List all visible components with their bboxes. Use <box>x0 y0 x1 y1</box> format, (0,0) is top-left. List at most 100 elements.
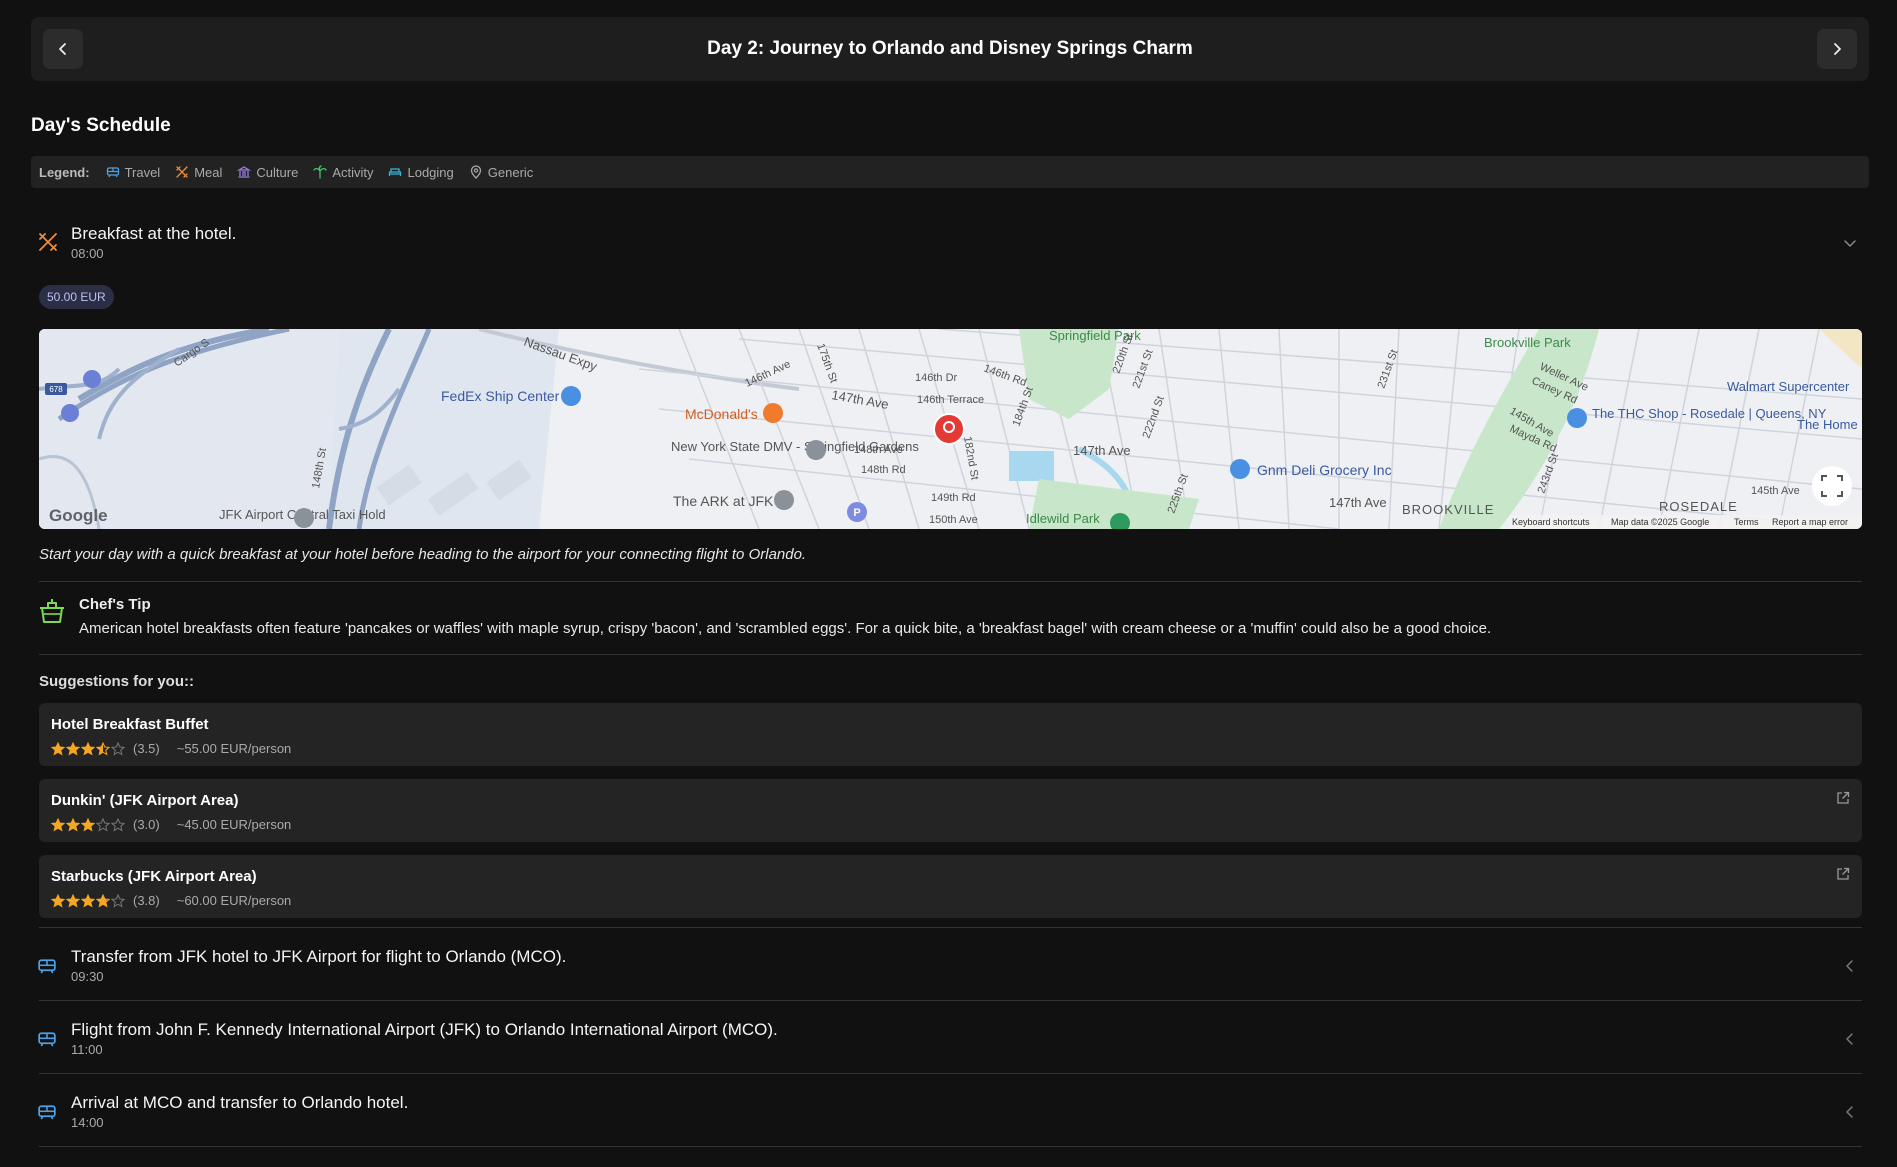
divider <box>39 1073 1862 1074</box>
chevron-down-icon[interactable] <box>1843 236 1857 250</box>
suggestion-name: Hotel Breakfast Buffet <box>51 716 209 733</box>
star-empty-icon <box>96 817 110 832</box>
suggestion-name: Dunkin' (JFK Airport Area) <box>51 792 239 809</box>
map-label: ROSEDALE <box>1659 499 1738 514</box>
suggestion-price: ~45.00 EUR/person <box>176 817 292 832</box>
map-label: McDonald's <box>685 406 758 422</box>
legend-bar: Legend: Travel Meal Culture Activity Lod… <box>31 156 1869 188</box>
map-label: 148th Ave <box>854 444 903 456</box>
shop-poi-icon[interactable] <box>1230 459 1250 479</box>
suggestion-card[interactable]: Hotel Breakfast Buffet (3.5) ~55.00 EUR/… <box>39 703 1862 766</box>
map-label: The THC Shop - Rosedale | Queens, NY <box>1592 406 1827 421</box>
rating-value: (3.5) <box>133 741 160 756</box>
map-label: Idlewild Park <box>1026 511 1100 526</box>
star-partial-icon <box>96 741 110 756</box>
map-label: 147th Ave <box>1329 495 1387 510</box>
map-label: Gnm Deli Grocery Inc <box>1257 462 1392 478</box>
tip-title: Chef's Tip <box>79 596 151 613</box>
external-link-icon[interactable] <box>1836 791 1850 805</box>
legend-item-culture: Culture <box>237 165 298 180</box>
price-badge: 50.00 EUR <box>39 285 114 309</box>
previous-day-button[interactable] <box>43 29 83 69</box>
map-pin-icon <box>470 165 481 179</box>
transit-poi-icon[interactable] <box>61 404 79 422</box>
transit-poi-icon[interactable] <box>83 370 101 388</box>
day-title: Day 2: Journey to Orlando and Disney Spr… <box>707 38 1193 59</box>
event-arrival[interactable]: Arrival at MCO and transfer to Orlando h… <box>31 1090 1869 1134</box>
map-label: The ARK at JFK <box>673 493 774 509</box>
event-breakfast[interactable]: Breakfast at the hotel. 08:00 <box>31 222 1869 262</box>
event-flight[interactable]: Flight from John F. Kennedy Internationa… <box>31 1017 1869 1061</box>
google-logo: Google <box>49 506 108 525</box>
meal-icon <box>176 166 188 178</box>
landmark-icon <box>237 166 252 178</box>
divider <box>39 581 1862 582</box>
star-filled-icon <box>51 741 65 756</box>
legend-item-activity: Activity <box>313 165 373 180</box>
transit-icon <box>38 1032 56 1047</box>
fullscreen-button[interactable] <box>1812 466 1852 506</box>
chevron-left-icon <box>59 43 66 55</box>
shop-poi-icon[interactable] <box>1567 408 1587 428</box>
map-label: 147th Ave <box>1073 443 1131 458</box>
star-empty-icon <box>111 741 125 756</box>
shop-poi-icon[interactable] <box>561 386 581 406</box>
legend-text: Culture <box>256 164 299 180</box>
map-label: 149th Rd <box>931 492 976 504</box>
rating-value: (3.0) <box>133 817 160 832</box>
star-filled-icon <box>81 893 95 908</box>
legend-item-generic: Generic <box>469 164 534 180</box>
cooking-pot-icon <box>40 599 64 623</box>
tip-text: American hotel breakfasts often feature … <box>79 620 1492 637</box>
keyboard-shortcuts-link[interactable]: Keyboard shortcuts <box>1512 517 1590 527</box>
event-time: 08:00 <box>71 246 104 261</box>
chevron-left-icon[interactable] <box>1843 1105 1857 1119</box>
map-label: BROOKVILLE <box>1402 502 1494 517</box>
restaurant-poi-icon[interactable] <box>763 403 783 423</box>
government-poi-icon[interactable] <box>806 440 826 460</box>
place-poi-icon[interactable] <box>774 490 794 510</box>
terms-link[interactable]: Terms <box>1734 517 1759 527</box>
map-label: Walmart Supercenter <box>1727 379 1850 394</box>
star-rating <box>51 893 126 908</box>
divider <box>39 1146 1862 1147</box>
map-canvas[interactable]: Springfield Park Brookville Park Nassau … <box>39 329 1862 529</box>
chevron-left-icon[interactable] <box>1843 959 1857 973</box>
report-error-link[interactable]: Report a map error <box>1772 517 1848 527</box>
legend-text: Generic <box>487 164 534 180</box>
star-rating <box>51 817 126 832</box>
suggestion-name: Starbucks (JFK Airport Area) <box>51 868 257 885</box>
legend-text: Activity <box>332 164 374 180</box>
star-filled-icon <box>51 893 65 908</box>
star-filled-icon <box>51 817 65 832</box>
parking-label: P <box>853 507 860 519</box>
star-empty-icon <box>111 893 125 908</box>
event-time: 11:00 <box>71 1042 103 1057</box>
next-day-button[interactable] <box>1817 29 1857 69</box>
day-header: Day 2: Journey to Orlando and Disney Spr… <box>31 17 1869 81</box>
location-map[interactable]: Springfield Park Brookville Park Nassau … <box>39 329 1862 529</box>
legend-item-meal: Meal <box>175 165 222 180</box>
map-label: 150th Ave <box>929 514 978 526</box>
bed-icon <box>389 168 402 176</box>
star-filled-icon <box>81 741 95 756</box>
map-label: Brookville Park <box>1484 335 1571 350</box>
legend-item-travel: Travel <box>106 165 160 180</box>
palm-tree-icon <box>313 165 327 179</box>
map-label: 678 <box>49 385 63 394</box>
event-title: Transfer from JFK hotel to JFK Airport f… <box>71 947 567 966</box>
place-poi-icon[interactable] <box>294 508 314 528</box>
location-pin-icon[interactable] <box>933 413 965 445</box>
map-label: FedEx Ship Center <box>441 388 560 404</box>
suggestion-meta: (3.8) ~60.00 EUR/person <box>51 893 291 908</box>
event-title: Breakfast at the hotel. <box>71 224 237 243</box>
transit-icon <box>38 959 56 974</box>
event-time: 14:00 <box>71 1115 104 1130</box>
suggestion-card[interactable]: Starbucks (JFK Airport Area) (3.8) ~60.0… <box>39 855 1862 918</box>
external-link-icon[interactable] <box>1836 867 1850 881</box>
star-empty-icon <box>111 817 125 832</box>
chevron-left-icon[interactable] <box>1843 1032 1857 1046</box>
legend-item-lodging: Lodging <box>388 165 454 180</box>
event-transfer[interactable]: Transfer from JFK hotel to JFK Airport f… <box>31 944 1869 988</box>
suggestion-card[interactable]: Dunkin' (JFK Airport Area) (3.0) ~45.00 … <box>39 779 1862 842</box>
